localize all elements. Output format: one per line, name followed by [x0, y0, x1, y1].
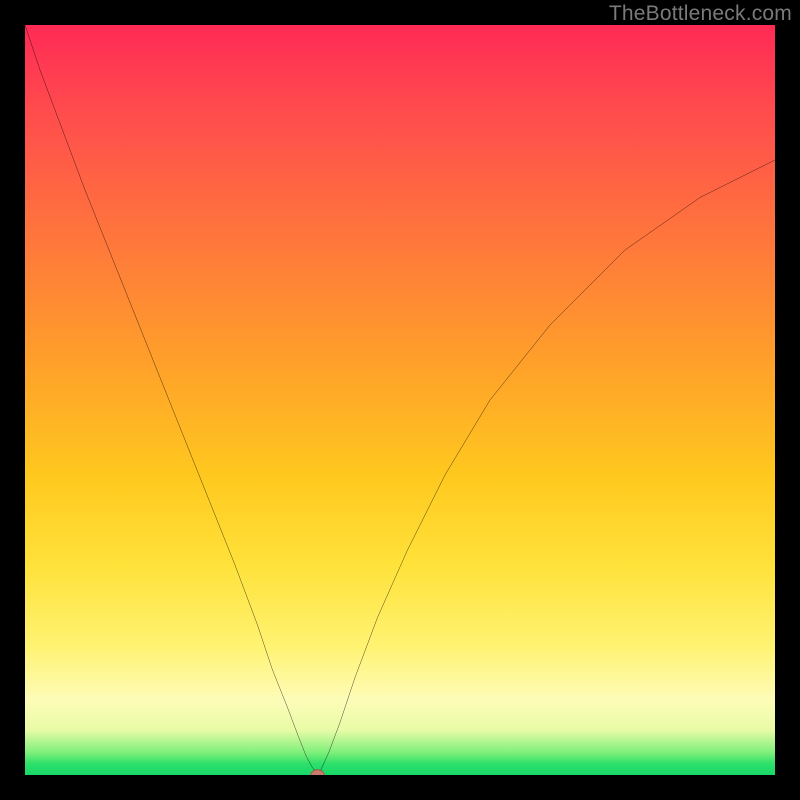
bottleneck-curve	[25, 25, 775, 775]
plot-area	[25, 25, 775, 775]
curve-layer	[25, 25, 775, 775]
watermark-text: TheBottleneck.com	[609, 2, 792, 26]
optimal-point-marker	[311, 770, 324, 775]
chart-frame: TheBottleneck.com	[0, 0, 800, 800]
